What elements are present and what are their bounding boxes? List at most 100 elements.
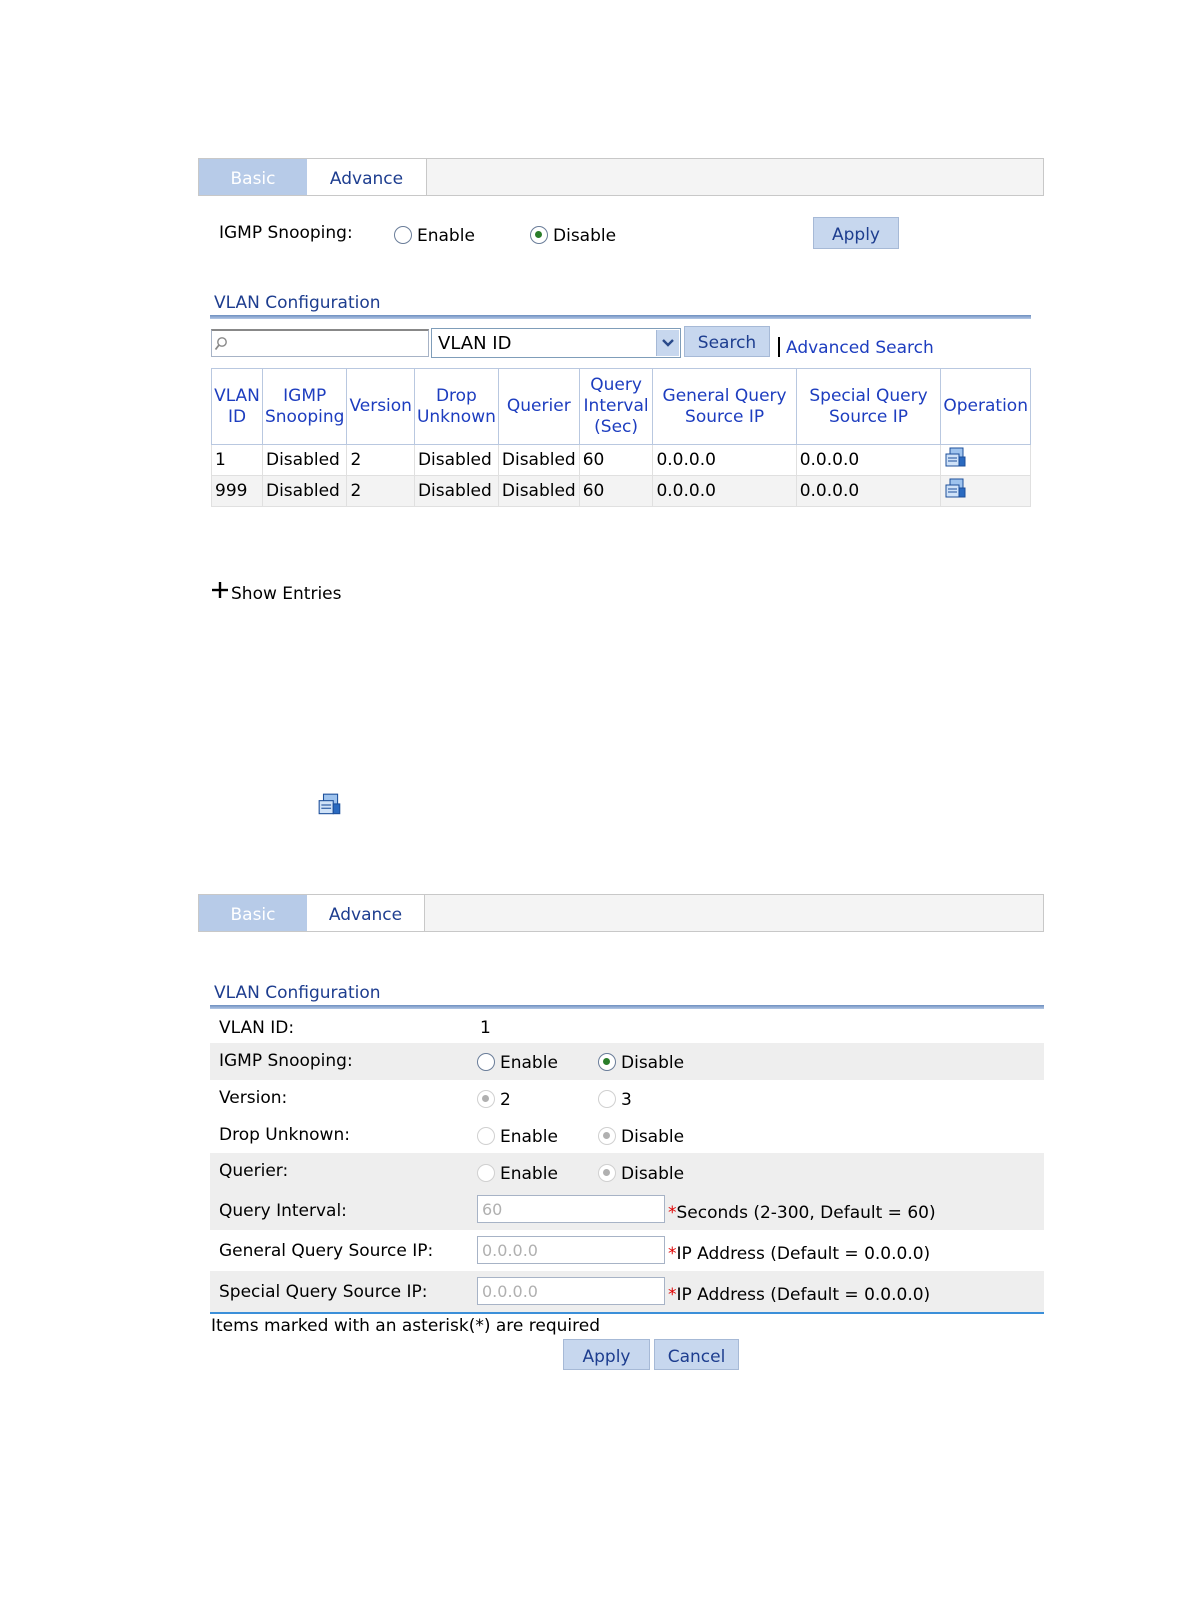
section-divider — [210, 1005, 1044, 1009]
cell-querier: Disabled — [497, 475, 580, 507]
top-tab-bar: Basic Advance — [198, 158, 1044, 196]
header-operation: Operation — [940, 368, 1031, 445]
cell-drop-unknown: Disabled — [413, 475, 499, 507]
cancel-button[interactable]: Cancel — [654, 1339, 739, 1370]
cell-operation — [940, 475, 1031, 507]
cell-vlan-id: 999 — [211, 475, 263, 507]
igmp-disable-label: Disable — [553, 226, 617, 246]
search-icon — [214, 337, 227, 351]
search-button[interactable]: Search — [684, 326, 770, 357]
section-divider — [210, 315, 1031, 319]
header-query-interval[interactable]: Query Interval (Sec) — [578, 368, 654, 445]
required-asterisk: * — [668, 1285, 677, 1305]
operation-config-icon — [318, 793, 341, 815]
cell-igmp-snooping: Disabled — [261, 444, 348, 476]
cell-special-query-ip: 0.0.0.0 — [795, 475, 942, 507]
general-query-ip-input[interactable] — [477, 1236, 665, 1264]
tab-basic[interactable]: Basic — [199, 895, 307, 931]
drop-enable-radio[interactable] — [477, 1127, 495, 1145]
drop-unknown-label: Drop Unknown: — [219, 1125, 350, 1145]
igmp-enable-label: Enable — [500, 1053, 558, 1073]
version-3-radio[interactable] — [598, 1090, 616, 1108]
operation-config-icon[interactable] — [944, 447, 968, 469]
general-query-ip-label: General Query Source IP: — [219, 1241, 434, 1261]
cell-version: 2 — [346, 444, 415, 476]
version-3-label: 3 — [621, 1090, 632, 1110]
igmp-snooping-label: IGMP Snooping: — [219, 1051, 353, 1071]
cell-operation — [940, 444, 1031, 476]
version-2-label: 2 — [500, 1090, 511, 1110]
form-row-special-query-ip: Special Query Source IP: *IP Address (De… — [210, 1271, 1044, 1312]
show-entries-label: Show Entries — [231, 584, 342, 604]
drop-disable-label: Disable — [621, 1127, 685, 1147]
vlan-id-label: VLAN ID: — [219, 1018, 295, 1038]
drop-enable-label: Enable — [500, 1127, 558, 1147]
header-vlan-id[interactable]: VLAN ID — [211, 368, 263, 445]
cell-drop-unknown: Disabled — [413, 444, 499, 476]
special-query-ip-label: Special Query Source IP: — [219, 1282, 428, 1302]
form-row-version: Version: 2 3 — [210, 1080, 1044, 1117]
query-interval-input[interactable] — [477, 1195, 665, 1223]
required-asterisk: * — [668, 1244, 677, 1264]
general-query-ip-hint: *IP Address (Default = 0.0.0.0) — [668, 1244, 931, 1264]
required-asterisk: * — [668, 1203, 677, 1223]
querier-disable-radio[interactable] — [598, 1164, 616, 1182]
apply-button[interactable]: Apply — [563, 1339, 650, 1370]
form-row-general-query-ip: General Query Source IP: *IP Address (De… — [210, 1230, 1044, 1271]
cell-general-query-ip: 0.0.0.0 — [652, 475, 797, 507]
version-label: Version: — [219, 1088, 288, 1108]
cell-query-interval: 60 — [578, 475, 654, 507]
search-field-value: VLAN ID — [438, 333, 512, 354]
vlan-id-value: 1 — [480, 1018, 491, 1038]
special-query-ip-input[interactable] — [477, 1277, 665, 1305]
cell-query-interval: 60 — [578, 444, 654, 476]
igmp-enable-radio[interactable] — [394, 226, 412, 244]
igmp-disable-label: Disable — [621, 1053, 685, 1073]
query-interval-label: Query Interval: — [219, 1201, 347, 1221]
tab-basic[interactable]: Basic — [199, 159, 307, 195]
tab-advance[interactable]: Advance — [307, 159, 427, 195]
table-header-row: VLAN ID IGMP Snooping Version Drop Unknown … — [211, 368, 1031, 445]
cell-version: 2 — [346, 475, 415, 507]
header-igmp-snooping[interactable]: IGMP Snooping — [261, 368, 348, 445]
cell-general-query-ip: 0.0.0.0 — [652, 444, 797, 476]
operation-config-icon[interactable] — [944, 478, 968, 500]
tab-advance[interactable]: Advance — [307, 895, 425, 931]
special-query-ip-hint: *IP Address (Default = 0.0.0.0) — [668, 1285, 931, 1305]
vlan-config-title: VLAN Configuration — [214, 983, 381, 1003]
header-special-query-source-ip[interactable]: Special Query Source IP — [795, 368, 942, 445]
header-general-query-source-ip[interactable]: General Query Source IP — [652, 368, 797, 445]
chevron-down-icon[interactable] — [656, 330, 679, 356]
igmp-disable-radio[interactable] — [530, 226, 548, 244]
bottom-tab-bar: Basic Advance — [198, 894, 1044, 932]
form-row-igmp-snooping: IGMP Snooping: Enable Disable — [210, 1043, 1044, 1080]
search-field-select[interactable]: VLAN ID — [431, 328, 681, 358]
search-input-box[interactable] — [211, 329, 429, 357]
form-row-query-interval: Query Interval: *Seconds (2-300, Default… — [210, 1190, 1044, 1230]
apply-button[interactable]: Apply — [813, 217, 899, 249]
link-separator — [778, 337, 780, 357]
igmp-disable-radio[interactable] — [598, 1053, 616, 1071]
form-row-querier: Querier: Enable Disable — [210, 1153, 1044, 1190]
igmp-enable-label: Enable — [417, 226, 475, 246]
advanced-search-link[interactable]: Advanced Search — [786, 338, 934, 358]
table-row: 1 Disabled 2 Disabled Disabled 60 0.0.0.… — [211, 444, 1031, 476]
vlan-config-title: VLAN Configuration — [214, 293, 381, 313]
querier-enable-radio[interactable] — [477, 1164, 495, 1182]
table-row: 999 Disabled 2 Disabled Disabled 60 0.0.… — [211, 475, 1031, 507]
form-row-drop-unknown: Drop Unknown: Enable Disable — [210, 1117, 1044, 1154]
header-drop-unknown[interactable]: Drop Unknown — [413, 368, 499, 445]
vlan-table: VLAN ID IGMP Snooping Version Drop Unknown … — [211, 368, 1031, 507]
igmp-enable-radio[interactable] — [477, 1053, 495, 1071]
querier-label: Querier: — [219, 1161, 289, 1181]
version-2-radio[interactable] — [477, 1090, 495, 1108]
search-input[interactable] — [232, 333, 426, 355]
igmp-snooping-label: IGMP Snooping: — [219, 223, 353, 243]
cell-querier: Disabled — [497, 444, 580, 476]
drop-disable-radio[interactable] — [598, 1127, 616, 1145]
query-interval-hint: *Seconds (2-300, Default = 60) — [668, 1203, 936, 1223]
cell-igmp-snooping: Disabled — [261, 475, 348, 507]
header-version[interactable]: Version — [346, 368, 415, 445]
querier-disable-label: Disable — [621, 1164, 685, 1184]
header-querier[interactable]: Querier — [497, 368, 580, 445]
